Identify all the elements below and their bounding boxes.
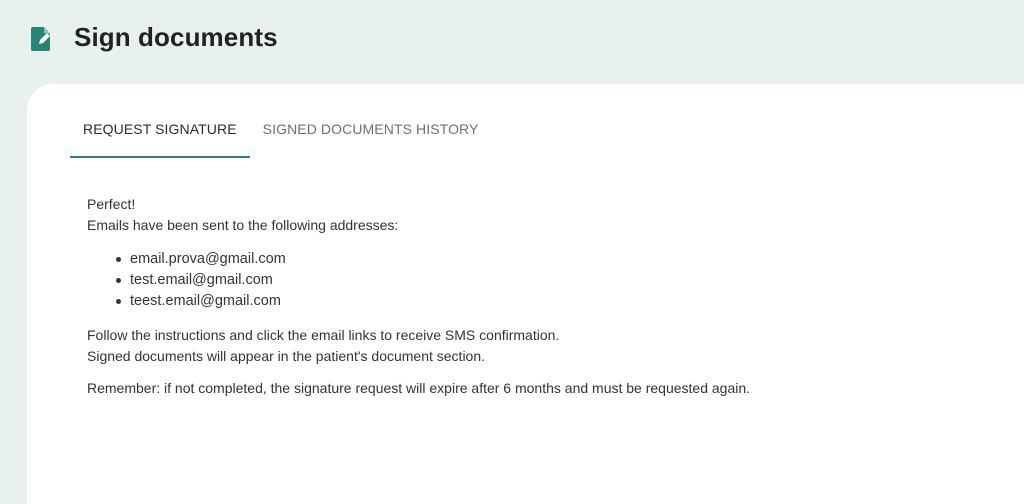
instructions-line-2: Signed documents will appear in the pati…: [87, 348, 486, 364]
success-heading: Perfect!: [87, 196, 136, 212]
list-item: email.prova@gmail.com: [111, 249, 987, 270]
confirmation-message: Perfect! Emails have been sent to the fo…: [87, 194, 987, 399]
tab-bar: REQUEST SIGNATURE SIGNED DOCUMENTS HISTO…: [70, 112, 491, 158]
content-card: REQUEST SIGNATURE SIGNED DOCUMENTS HISTO…: [27, 84, 1024, 504]
list-item: teest.email@gmail.com: [111, 291, 987, 312]
tab-signed-documents-history[interactable]: SIGNED DOCUMENTS HISTORY: [250, 112, 492, 158]
page-title: Sign documents: [74, 22, 278, 52]
instructions-line-1: Follow the instructions and click the em…: [87, 327, 560, 343]
emails-intro: Emails have been sent to the following a…: [87, 217, 399, 233]
tab-request-signature[interactable]: REQUEST SIGNATURE: [70, 112, 250, 158]
sign-document-icon: [31, 27, 53, 51]
page-header: Sign documents: [0, 0, 1024, 84]
list-item: test.email@gmail.com: [111, 270, 987, 291]
expiry-reminder: Remember: if not completed, the signatur…: [87, 380, 751, 396]
instructions: Follow the instructions and click the em…: [87, 325, 987, 367]
email-list: email.prova@gmail.com test.email@gmail.c…: [87, 249, 987, 312]
